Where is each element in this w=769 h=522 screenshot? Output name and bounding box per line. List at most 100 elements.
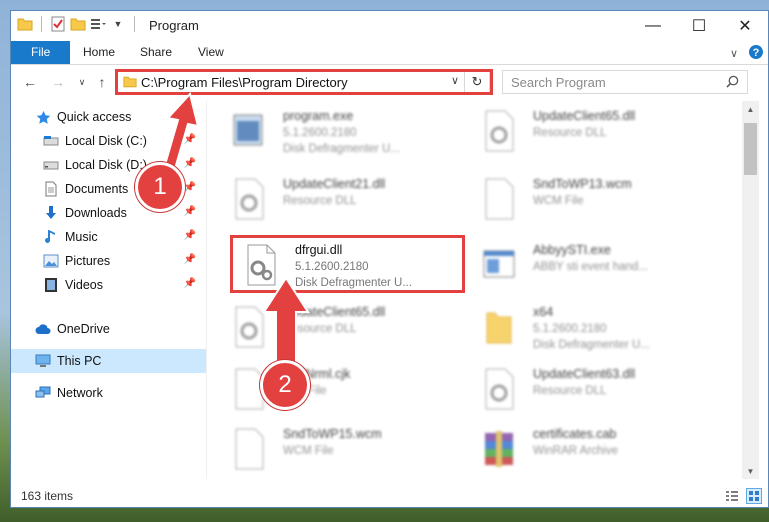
address-row: ← → ∨ ↑ C:\Program Files\Program Directo… — [11, 65, 768, 99]
sidebar-item-onedrive[interactable]: OneDrive — [11, 317, 206, 341]
details-view-icon[interactable] — [724, 488, 740, 504]
sidebar-item-label: Music — [65, 230, 98, 244]
file-detail: Resource DLL — [533, 127, 607, 139]
file-detail: WinRAR Archive — [533, 445, 618, 457]
minimize-button[interactable]: — — [630, 11, 676, 41]
explorer-window: ▼ Program — ☐ ✕ File Home Share View ∨ ?… — [10, 10, 769, 508]
documents-icon — [43, 181, 59, 197]
new-folder-icon[interactable] — [70, 16, 86, 32]
tiles-view-icon[interactable] — [746, 488, 762, 504]
scrollbar-thumb[interactable] — [744, 123, 757, 175]
pin-icon[interactable]: 📌 — [184, 182, 196, 193]
step-badge-2: 2 — [260, 360, 310, 410]
archive-icon — [485, 431, 513, 467]
file-icon — [235, 428, 264, 470]
scroll-up-icon[interactable]: ▲ — [742, 101, 759, 117]
sidebar-item-pictures[interactable]: Pictures 📌 — [11, 249, 206, 273]
quick-access-toolbar: ▼ — [17, 16, 139, 32]
close-button[interactable]: ✕ — [722, 11, 768, 41]
videos-icon — [43, 277, 59, 293]
folder-icon — [17, 16, 33, 32]
file-item[interactable]: SndToWP15.wcm WCM File — [219, 419, 459, 479]
search-input[interactable]: Search Program — [511, 75, 606, 90]
dll-file-icon — [485, 368, 514, 410]
dll-file-icon — [485, 110, 514, 152]
search-box[interactable]: Search Program — [502, 70, 748, 94]
star-icon — [35, 109, 51, 125]
file-item[interactable]: x64 5.1.2600.2180 Disk Defragmenter U... — [469, 297, 709, 357]
sidebar-item-local-disk-c[interactable]: Local Disk (C:) 📌 — [11, 129, 206, 153]
help-icon[interactable]: ? — [748, 44, 764, 63]
folder-icon — [486, 312, 512, 344]
file-detail: Disk Defragmenter U... — [283, 143, 400, 155]
pin-icon[interactable]: 📌 — [184, 206, 196, 217]
tab-file[interactable]: File — [11, 41, 71, 64]
file-item[interactable]: UpdateClient65.dll Resource DLL — [469, 101, 709, 161]
pin-icon[interactable]: 📌 — [184, 254, 196, 265]
file-name: UpdateClient63.dll — [533, 367, 636, 381]
forward-arrow-icon[interactable]: → — [49, 73, 67, 91]
file-item[interactable]: program.exe 5.1.2600.2180 Disk Defragmen… — [219, 101, 459, 161]
maximize-button[interactable]: ☐ — [676, 11, 722, 41]
sidebar-item-music[interactable]: Music 📌 — [11, 225, 206, 249]
recent-locations-chevron-icon[interactable]: ∨ — [73, 73, 91, 91]
svg-text:?: ? — [753, 47, 760, 59]
file-highlight-box — [230, 235, 465, 293]
file-detail: WCM File — [283, 445, 334, 457]
file-item[interactable]: UpdateClient21.dll Resource DLL — [219, 169, 459, 229]
ribbon-tabs: File Home Share View ∨ ? — [11, 41, 768, 65]
sidebar-item-label: Documents — [65, 182, 129, 196]
file-item[interactable]: SndNrml.cjk CJK File — [219, 359, 459, 419]
pin-icon[interactable]: 📌 — [184, 230, 196, 241]
pin-icon[interactable]: 📌 — [184, 134, 196, 145]
file-item[interactable]: AbbyySTI.exe ABBY sti event hand... — [469, 235, 709, 295]
vertical-scrollbar[interactable]: ▲ ▼ — [742, 101, 759, 479]
scroll-down-icon[interactable]: ▼ — [742, 463, 759, 479]
sidebar-item-label: Pictures — [65, 254, 111, 268]
sidebar-item-label: Videos — [65, 278, 103, 292]
properties-icon[interactable] — [50, 16, 66, 32]
network-icon — [35, 385, 51, 401]
item-count: 163 items — [21, 489, 74, 503]
pictures-icon — [43, 253, 59, 269]
sidebar-item-videos[interactable]: Videos 📌 — [11, 273, 206, 297]
pin-icon[interactable]: 📌 — [184, 278, 196, 289]
file-list: program.exe 5.1.2600.2180 Disk Defragmen… — [211, 101, 737, 479]
customize-toolbar-icon[interactable] — [90, 16, 106, 32]
sidebar-item-quick-access[interactable]: Quick access — [11, 105, 206, 129]
tab-share[interactable]: Share — [128, 41, 184, 64]
file-detail: Resource DLL — [283, 323, 357, 335]
ribbon-right-controls: ∨ ? — [730, 44, 764, 63]
sidebar-item-label: Local Disk (C:) — [65, 134, 147, 148]
exe-file-icon — [233, 114, 263, 146]
back-arrow-icon[interactable]: ← — [21, 73, 39, 91]
window-controls: — ☐ ✕ — [630, 11, 768, 41]
window-title: Program — [149, 18, 199, 33]
divider — [41, 16, 42, 32]
sidebar-item-label: OneDrive — [57, 322, 110, 336]
chevron-down-icon[interactable]: ▼ — [110, 16, 126, 32]
file-name: SndToWP13.wcm — [533, 177, 632, 191]
sidebar-item-network[interactable]: Network — [11, 381, 206, 405]
sidebar-item-this-pc[interactable]: This PC — [11, 349, 206, 373]
address-highlight-box — [115, 69, 493, 95]
file-detail: 5.1.2600.2180 — [283, 127, 357, 139]
tab-view[interactable]: View — [186, 41, 236, 64]
up-arrow-icon[interactable]: ↑ — [93, 73, 111, 91]
file-detail: Disk Defragmenter U... — [533, 339, 650, 351]
file-item[interactable]: UpdateClient63.dll Resource DLL — [469, 359, 709, 419]
chevron-down-icon[interactable]: ∨ — [730, 47, 738, 60]
status-bar: 163 items — [11, 484, 768, 507]
file-item[interactable]: certificates.cab WinRAR Archive — [469, 419, 709, 479]
dll-file-icon — [235, 178, 264, 220]
step-badge-1: 1 — [135, 162, 185, 212]
dll-file-icon — [235, 306, 264, 348]
file-icon — [485, 178, 514, 220]
view-toggle — [724, 488, 762, 504]
file-item[interactable]: UpdateClient65.dll Resource DLL — [219, 297, 459, 357]
file-detail: WCM File — [533, 195, 584, 207]
tab-home[interactable]: Home — [71, 41, 127, 64]
pin-icon[interactable]: 📌 — [184, 158, 196, 169]
file-item[interactable]: SndToWP13.wcm WCM File — [469, 169, 709, 229]
sidebar-item-label: Downloads — [65, 206, 127, 220]
